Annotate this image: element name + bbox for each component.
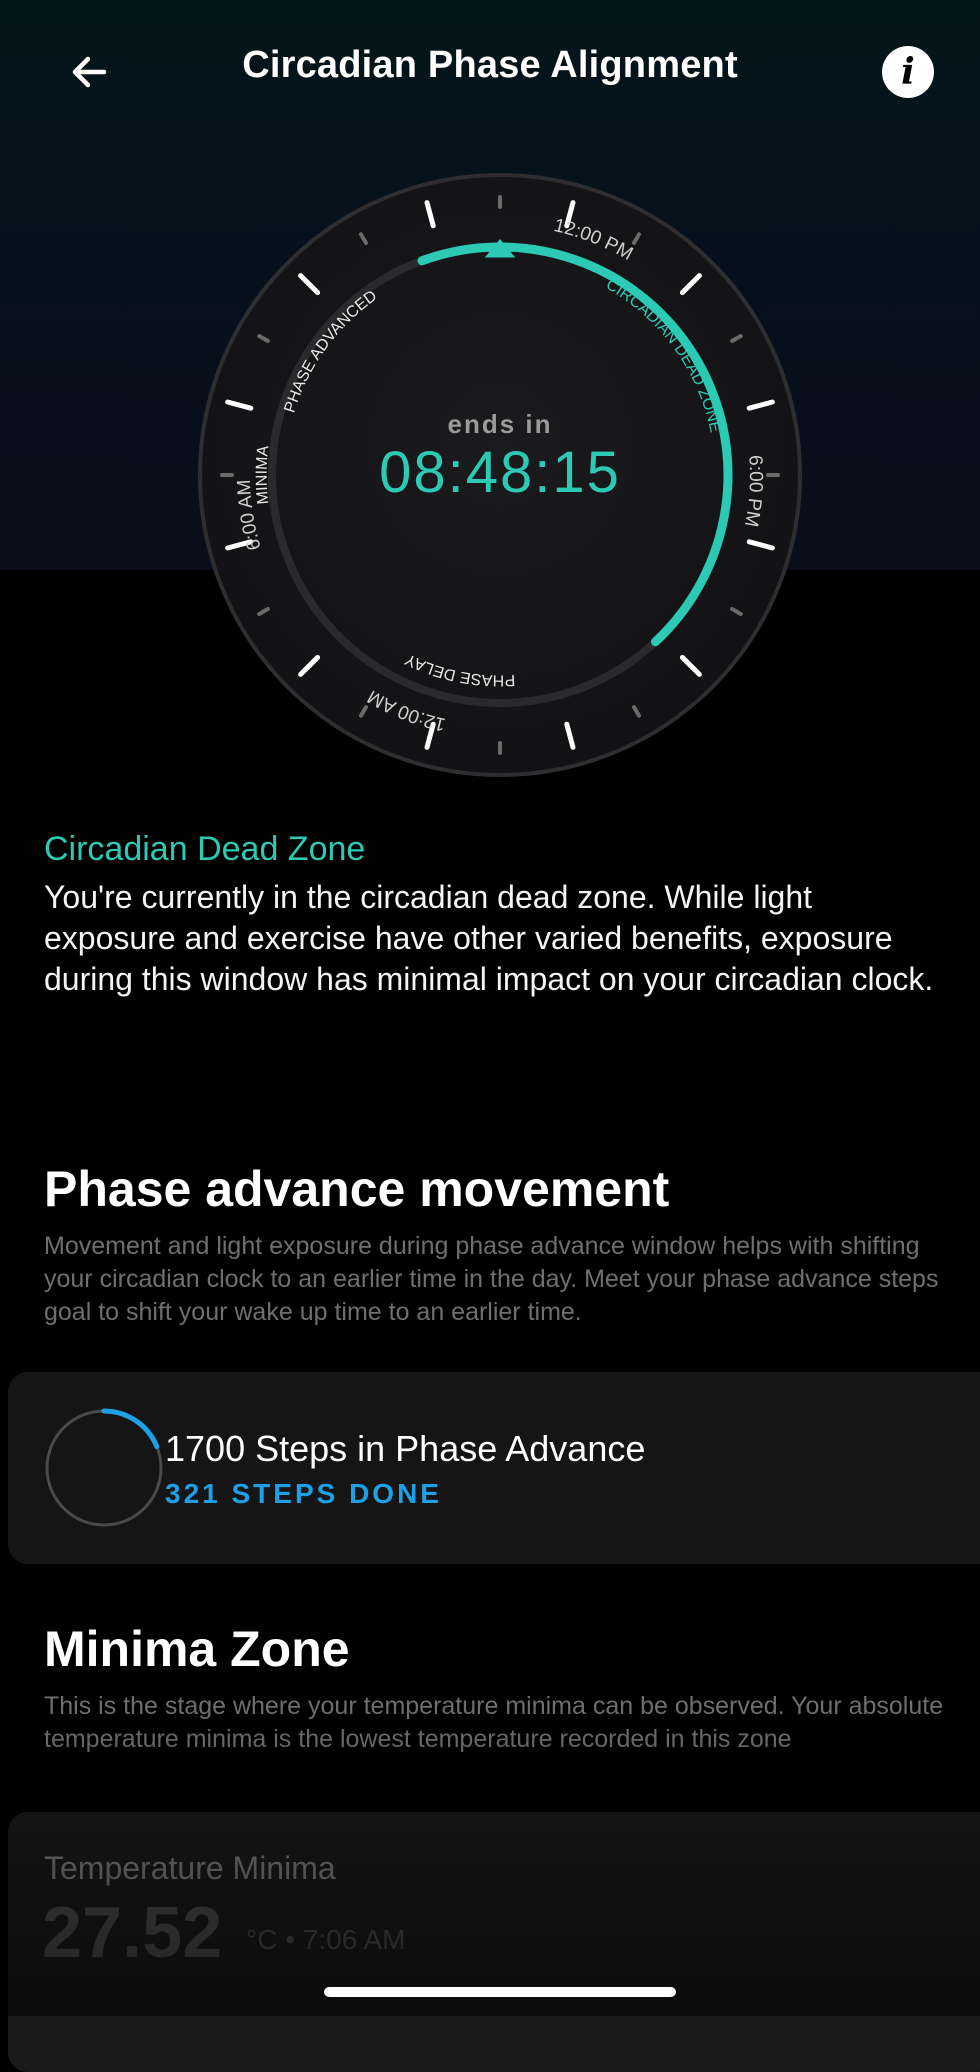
app-header: Circadian Phase Alignment i xyxy=(0,0,980,140)
info-button[interactable]: i xyxy=(882,46,934,98)
temperature-minima-label: Temperature Minima xyxy=(44,1850,336,1886)
circadian-dial: 12:00 PM 6:00 PM 12:00 AM 6:00 AM CIRCAD… xyxy=(198,173,802,777)
phase-advance-description: Movement and light exposure during phase… xyxy=(44,1232,939,1326)
steps-progress-ring xyxy=(44,1408,164,1528)
minima-zone-heading: Minima Zone xyxy=(44,1621,350,1677)
countdown-label: ends in xyxy=(447,409,552,439)
current-zone-title: Circadian Dead Zone xyxy=(44,830,366,868)
home-indicator[interactable] xyxy=(324,1987,676,1997)
steps-done-label: 321 STEPS DONE xyxy=(165,1478,442,1509)
steps-goal-label: 1700 Steps in Phase Advance xyxy=(165,1428,646,1469)
phase-advance-heading: Phase advance movement xyxy=(44,1161,670,1217)
minima-zone-section: Minima Zone This is the stage where your… xyxy=(44,1620,944,1756)
temperature-minima-value: 27.52 xyxy=(42,1893,223,1973)
countdown-value: 08:48:15 xyxy=(379,440,621,505)
temperature-minima-card[interactable]: Temperature Minima 27.52 °C • 7:06 AM xyxy=(8,1812,980,2072)
temperature-minima-meta: °C • 7:06 AM xyxy=(246,1924,406,1955)
current-zone-description: You're currently in the circadian dead z… xyxy=(44,879,934,997)
minima-zone-description: This is the stage where your temperature… xyxy=(44,1692,944,1753)
info-icon: i xyxy=(901,51,915,93)
steps-card[interactable]: 1700 Steps in Phase Advance 321 STEPS DO… xyxy=(8,1372,980,1564)
minima-label: MINIMA xyxy=(254,445,273,506)
phase-advance-section: Phase advance movement Movement and ligh… xyxy=(44,1160,944,1329)
page-title: Circadian Phase Alignment xyxy=(242,44,738,86)
current-zone-section: Circadian Dead Zone You're currently in … xyxy=(44,830,944,1000)
